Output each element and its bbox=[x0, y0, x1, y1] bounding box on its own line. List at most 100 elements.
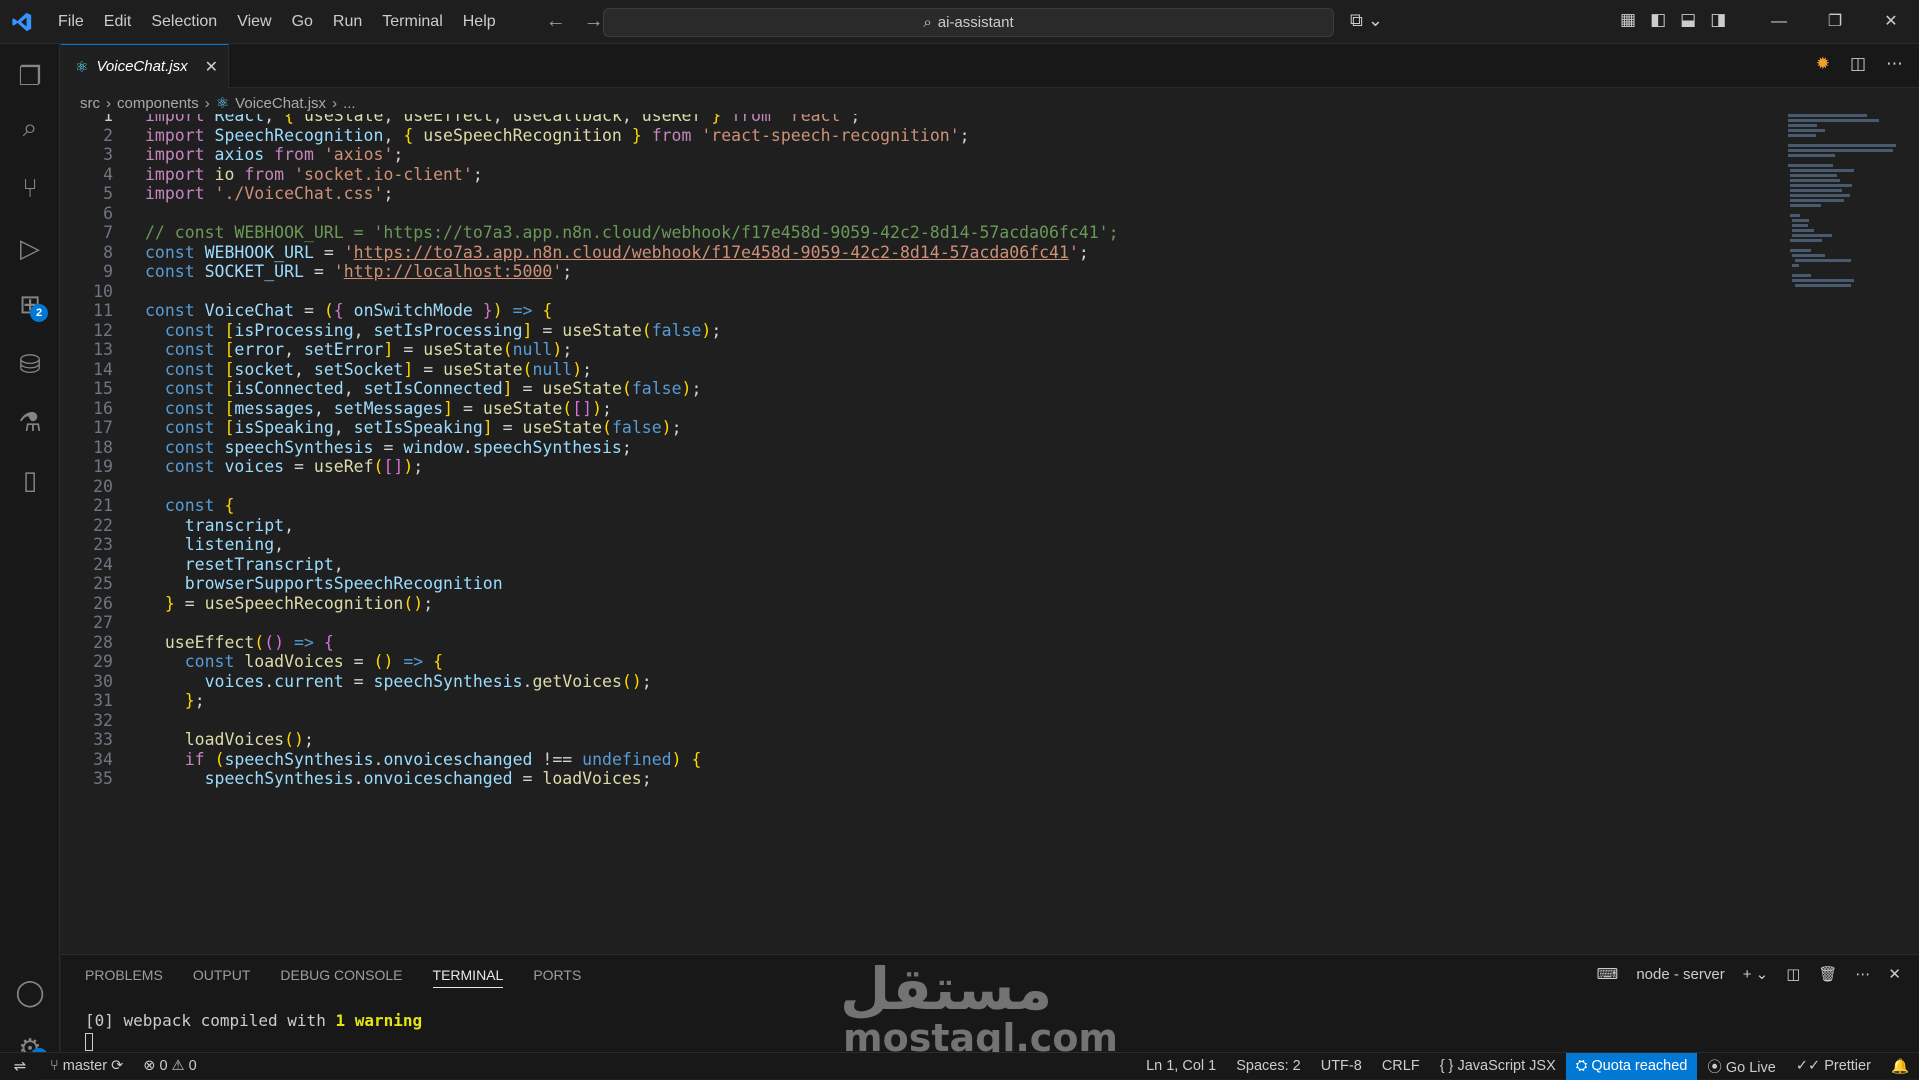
tab-problems[interactable]: PROBLEMS bbox=[85, 967, 163, 988]
title-bar: File Edit Selection View Go Run Terminal… bbox=[0, 0, 1919, 44]
prettier-button[interactable]: ✓✓ Prettier bbox=[1786, 1058, 1881, 1074]
terminal-line-prefix: [0] webpack compiled with bbox=[85, 1011, 336, 1030]
search-text: ai-assistant bbox=[937, 14, 1014, 31]
code-editor[interactable]: 1 import React, { useState, useEffect, us… bbox=[61, 114, 1789, 954]
search-view-icon[interactable]: ⌕ bbox=[0, 102, 60, 154]
minimize-icon[interactable]: — bbox=[1751, 0, 1807, 44]
menu-terminal[interactable]: Terminal bbox=[372, 0, 452, 44]
layout-controls: ▦ ◧ ⬓ ◨ bbox=[1620, 10, 1726, 30]
editor-actions: ✹ ◫ ⋯ bbox=[1816, 54, 1903, 74]
toggle-panel-icon[interactable]: ⬓ bbox=[1680, 10, 1696, 30]
minimap-line bbox=[1788, 134, 1816, 137]
close-panel-icon[interactable]: ✕ bbox=[1888, 965, 1901, 983]
toggle-sidebar-icon[interactable]: ◧ bbox=[1650, 10, 1666, 30]
tab-terminal[interactable]: TERMINAL bbox=[432, 967, 504, 988]
line-number: 35 bbox=[93, 769, 113, 788]
split-terminal-icon[interactable]: ◫ bbox=[1786, 965, 1800, 983]
remote-icon[interactable]: ⇌ bbox=[0, 1052, 40, 1080]
breadcrumb-symbol[interactable]: ... bbox=[343, 95, 356, 112]
go-live-button[interactable]: ⦿ Go Live bbox=[1697, 1056, 1786, 1077]
menu-go[interactable]: Go bbox=[282, 0, 323, 44]
minimap-line bbox=[1788, 154, 1836, 157]
indentation[interactable]: Spaces: 2 bbox=[1226, 1058, 1311, 1074]
minimap-line bbox=[1792, 279, 1854, 282]
extensions-badge: 2 bbox=[30, 304, 48, 322]
restore-icon[interactable]: ❐ bbox=[1807, 0, 1863, 44]
minimap-line bbox=[1790, 189, 1842, 192]
minimap-line bbox=[1790, 239, 1823, 242]
kill-terminal-icon[interactable]: 🗑 bbox=[1818, 965, 1837, 983]
quota-button[interactable]: ⛭ Quota reached bbox=[1565, 1052, 1698, 1080]
branch-name: master bbox=[62, 1058, 108, 1074]
watermark-arabic: مستقل bbox=[840, 955, 1053, 1023]
terminal-output[interactable]: [0] webpack compiled with 1 warning bbox=[85, 1011, 422, 1030]
run-debug-icon[interactable]: ▷ bbox=[0, 222, 60, 274]
python-icon[interactable]: ⛁ bbox=[0, 338, 60, 390]
testing-icon[interactable]: ⚗ bbox=[0, 396, 60, 448]
split-editor-icon[interactable]: ◫ bbox=[1850, 54, 1866, 74]
close-tab-icon[interactable]: ✕ bbox=[205, 57, 218, 77]
react-file-icon: ⚛ bbox=[215, 95, 230, 112]
source-control-icon[interactable]: ⑂ bbox=[0, 162, 60, 214]
language-label: JavaScript JSX bbox=[1457, 1058, 1556, 1074]
tab-voicechat[interactable]: ⚛ VoiceChat.jsx ✕ bbox=[61, 44, 229, 88]
more-icon[interactable]: ⋯ bbox=[1855, 965, 1870, 983]
status-bar: ⇌ ⑂ master ⟳ ⊗ 0 ⚠ 0 Ln 1, Col 1 Spaces:… bbox=[0, 1052, 1919, 1080]
back-arrow-icon[interactable]: ← bbox=[546, 10, 566, 33]
language-mode[interactable]: { } JavaScript JSX bbox=[1430, 1058, 1566, 1074]
chevron-right-icon: › bbox=[106, 94, 111, 112]
tab-output[interactable]: OUTPUT bbox=[193, 967, 251, 988]
branch-item[interactable]: ⑂ master ⟳ bbox=[40, 1058, 133, 1074]
tab-ports[interactable]: PORTS bbox=[533, 967, 581, 988]
account-icon[interactable]: ◯ bbox=[0, 966, 60, 1018]
command-center-search[interactable]: ⌕ ai-assistant bbox=[603, 8, 1334, 37]
vscode-logo-icon bbox=[0, 0, 44, 44]
more-actions-icon[interactable]: ⋯ bbox=[1886, 54, 1903, 74]
minimap-line bbox=[1792, 219, 1809, 222]
customize-layout-icon[interactable]: ▦ bbox=[1620, 10, 1636, 30]
tab-debug-console[interactable]: DEBUG CONSOLE bbox=[280, 967, 402, 988]
forward-arrow-icon[interactable]: → bbox=[584, 10, 604, 33]
menu-help[interactable]: Help bbox=[453, 0, 506, 44]
code-line: 35 speechSynthesis.onvoiceschanged = loa… bbox=[61, 767, 1789, 791]
menu-run[interactable]: Run bbox=[323, 0, 372, 44]
minimap-line bbox=[1790, 199, 1845, 202]
device-icon[interactable]: ▯ bbox=[0, 454, 60, 506]
menu-edit[interactable]: Edit bbox=[94, 0, 142, 44]
minimap[interactable] bbox=[1788, 114, 1908, 594]
new-terminal-icon[interactable]: + ⌄ bbox=[1743, 965, 1769, 983]
breadcrumb-file[interactable]: VoiceChat.jsx bbox=[235, 95, 326, 112]
minimap-line bbox=[1788, 114, 1868, 117]
go-live-label: Go Live bbox=[1725, 1059, 1776, 1076]
spark-icon[interactable]: ✹ bbox=[1816, 54, 1830, 74]
extensions-icon[interactable]: ⊞ 2 bbox=[0, 278, 60, 330]
breadcrumb-components[interactable]: components bbox=[117, 95, 199, 112]
menu-view[interactable]: View bbox=[227, 0, 281, 44]
cursor-position[interactable]: Ln 1, Col 1 bbox=[1136, 1058, 1226, 1074]
notifications-bell-icon[interactable]: 🔔 bbox=[1881, 1058, 1919, 1075]
activity-bar: ❐ ⌕ ⑂ ▷ ⊞2 ⛁ ⚗ ▯ ◯ ⚙1 bbox=[0, 44, 60, 1066]
breadcrumb-src[interactable]: src bbox=[80, 95, 100, 112]
problems-item[interactable]: ⊗ 0 ⚠ 0 bbox=[133, 1058, 206, 1074]
line-ending[interactable]: CRLF bbox=[1372, 1058, 1430, 1074]
window-controls: — ❐ ✕ bbox=[1751, 0, 1919, 44]
encoding[interactable]: UTF-8 bbox=[1311, 1058, 1372, 1074]
copilot-icon[interactable]: ⧉ ⌄ bbox=[1350, 10, 1383, 31]
tab-label: VoiceChat.jsx bbox=[96, 58, 188, 75]
explorer-icon[interactable]: ❐ bbox=[0, 50, 60, 102]
minimap-line bbox=[1788, 119, 1880, 122]
minimap-line bbox=[1792, 229, 1815, 232]
menu-selection[interactable]: Selection bbox=[141, 0, 227, 44]
terminal-actions: ⌨ node - server + ⌄ ◫ 🗑 ⋯ ✕ bbox=[1597, 965, 1901, 984]
prettier-label: Prettier bbox=[1824, 1058, 1871, 1074]
minimap-line bbox=[1792, 264, 1799, 267]
chevron-right-icon: › bbox=[332, 94, 338, 112]
menu-bar: File Edit Selection View Go Run Terminal… bbox=[48, 0, 506, 44]
toggle-secondary-sidebar-icon[interactable]: ◨ bbox=[1710, 10, 1726, 30]
menu-file[interactable]: File bbox=[48, 0, 94, 44]
minimap-line bbox=[1790, 214, 1801, 217]
nav-arrows: ← → bbox=[546, 10, 604, 33]
terminal-name[interactable]: node - server bbox=[1636, 966, 1724, 983]
minimap-line bbox=[1788, 129, 1826, 132]
close-window-icon[interactable]: ✕ bbox=[1863, 0, 1919, 44]
